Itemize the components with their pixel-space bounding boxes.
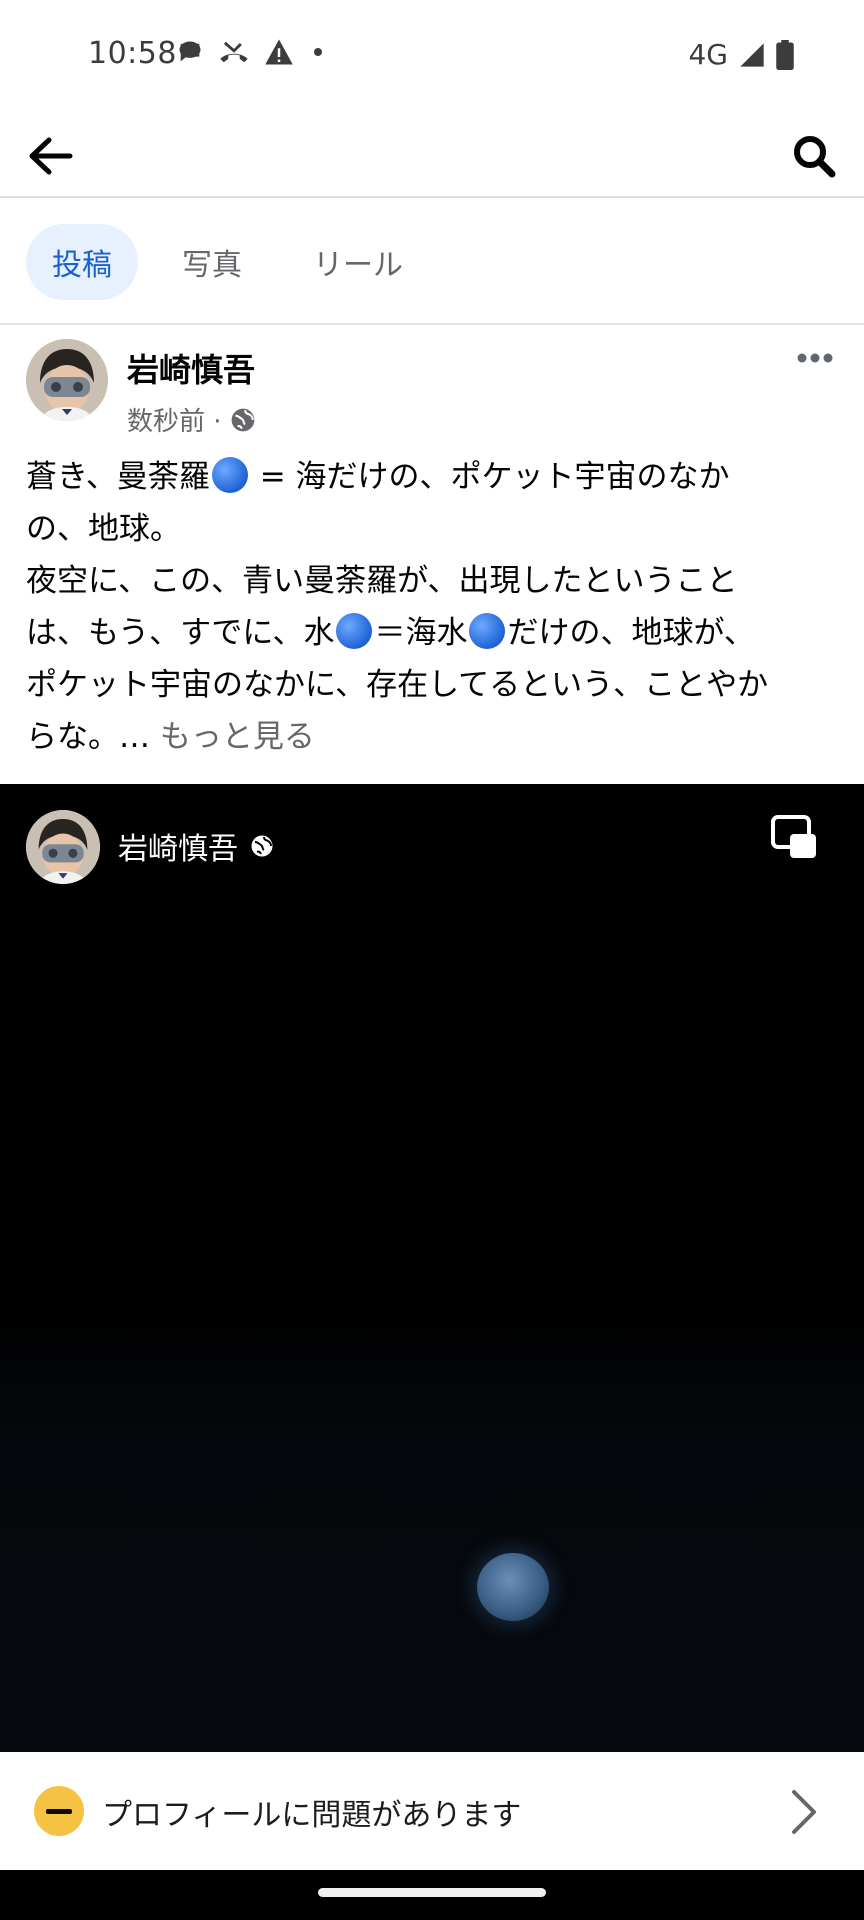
back-button[interactable] xyxy=(24,130,76,182)
top-app-bar xyxy=(0,108,864,198)
system-icons: 4G xyxy=(688,38,794,71)
search-icon xyxy=(794,136,836,178)
dot-icon xyxy=(314,48,322,56)
missed-call-icon xyxy=(220,41,248,63)
post-line: ポケット宇宙のなかに、存在してるという、ことやか xyxy=(26,667,769,703)
tab-posts[interactable]: 投稿 xyxy=(26,224,138,300)
picture-in-picture-icon[interactable] xyxy=(770,814,818,862)
more-horizontal-icon xyxy=(797,353,833,363)
post-line: は、もう、すでに、水 ＝海水 だけの、地球が、 xyxy=(26,613,755,651)
post-meta: 数秒前 · xyxy=(127,401,256,438)
post-timestamp: 数秒前 · xyxy=(127,407,222,437)
profile-tabs: 投稿 写真 リール xyxy=(0,200,864,325)
night-sky-image xyxy=(0,1304,864,1752)
blue-orb xyxy=(477,1553,549,1621)
arrow-left-icon xyxy=(29,137,73,175)
blue-circle-emoji-icon xyxy=(469,613,506,649)
chat-bubble-icon xyxy=(179,41,201,62)
avatar-image xyxy=(26,339,108,421)
signal-icon xyxy=(740,42,764,67)
media-author-name[interactable]: 岩崎慎吾 xyxy=(118,824,238,868)
media-author: 岩崎慎吾 xyxy=(118,824,274,868)
post-body: 蒼き、曼荼羅 = 海だけの、ポケット宇宙のなか の、地球。 夜空に、この、青い曼… xyxy=(26,451,838,763)
warning-icon xyxy=(265,39,293,65)
home-gesture-handle[interactable] xyxy=(318,1888,546,1897)
post-line: 蒼き、曼荼羅 = 海だけの、ポケット宇宙のなか xyxy=(26,457,730,495)
minus-circle-icon xyxy=(34,1786,84,1836)
post-author-name[interactable]: 岩崎慎吾 xyxy=(127,345,255,391)
tab-reels[interactable]: リール xyxy=(300,224,416,300)
post-line: 夜空に、この、青い曼荼羅が、出現したということ xyxy=(26,563,738,599)
blue-circle-emoji-icon xyxy=(336,613,373,649)
search-button[interactable] xyxy=(788,130,840,182)
see-more-link[interactable]: もっと見る xyxy=(160,719,315,755)
globe-icon xyxy=(231,408,254,431)
status-bar: 10:58 4G xyxy=(0,0,864,108)
system-nav-bar xyxy=(0,1870,864,1920)
tab-photos[interactable]: 写真 xyxy=(164,224,260,300)
battery-icon xyxy=(776,39,794,70)
network-type: 4G xyxy=(688,38,728,71)
post-line: の、地球。 xyxy=(26,511,181,547)
avatar-image xyxy=(26,810,100,884)
more-options-button[interactable] xyxy=(790,343,840,373)
post-line: らな。… もっと見る xyxy=(26,719,315,755)
notification-icons xyxy=(176,38,328,66)
blue-circle-emoji-icon xyxy=(211,457,248,493)
profile-issue-banner[interactable]: プロフィールに問題があります xyxy=(0,1752,864,1870)
avatar[interactable] xyxy=(26,339,108,421)
chevron-right-icon xyxy=(792,1790,816,1834)
post-media[interactable]: 岩崎慎吾 xyxy=(0,784,864,1752)
media-avatar[interactable] xyxy=(26,810,100,884)
globe-icon xyxy=(251,835,273,857)
status-time: 10:58 xyxy=(88,36,177,71)
banner-text: プロフィールに問題があります xyxy=(102,1798,522,1833)
